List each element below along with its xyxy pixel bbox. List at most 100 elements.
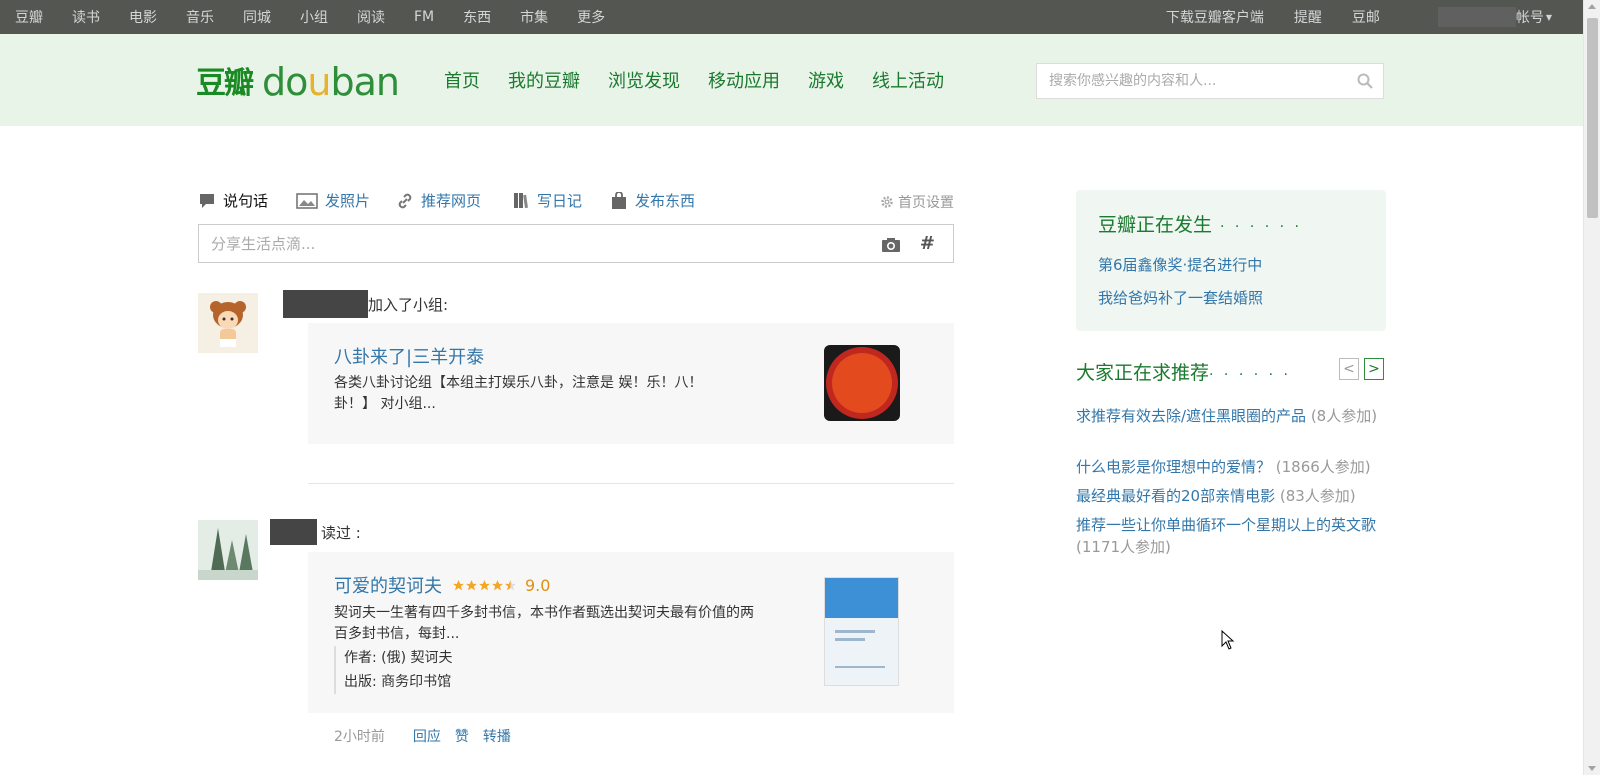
recommend-item[interactable]: 求推荐有效去除/遮住黑眼圈的产品 (8人参加): [1076, 405, 1388, 427]
recommend-item[interactable]: 推荐一些让你单曲循环一个星期以上的英文歌 (1171人参加): [1076, 514, 1388, 558]
group-title-link[interactable]: 八卦来了|三羊开泰: [334, 343, 484, 369]
page-scrollbar[interactable]: [1583, 0, 1600, 775]
recommend-item[interactable]: 什么电影是你理想中的爱情？ (1866人参加): [1076, 456, 1388, 478]
timestamp: 2小时前: [334, 729, 385, 745]
nav-games[interactable]: 游戏: [808, 67, 844, 93]
tab-say[interactable]: 说句话: [198, 190, 268, 211]
link-icon: [398, 193, 412, 208]
recommend-item-text: 求推荐有效去除/遮住黑眼圈的产品: [1076, 407, 1307, 425]
next-page-button[interactable]: >: [1364, 358, 1384, 380]
redacted-username: [270, 519, 317, 545]
nav-links: 首页 我的豆瓣 浏览发现 移动应用 游戏 线上活动: [444, 34, 972, 126]
site-nav: 豆瓣 douban 首页 我的豆瓣 浏览发现 移动应用 游戏 线上活动: [0, 34, 1600, 126]
recommend-item-count: (1866人参加): [1271, 458, 1371, 476]
happening-title-text: 豆瓣正在发生: [1098, 214, 1213, 236]
like-link[interactable]: 赞: [455, 726, 469, 746]
rating-stars: [452, 579, 517, 592]
nav-online-events[interactable]: 线上活动: [872, 67, 944, 93]
redacted-username: [1437, 7, 1516, 27]
book-cover-art: [825, 578, 898, 685]
reply-link[interactable]: 回应: [413, 726, 441, 746]
search-icon[interactable]: [1357, 73, 1373, 89]
logo-letter: u: [307, 60, 331, 104]
book-cover[interactable]: [824, 577, 899, 686]
logo-letter: n: [375, 60, 400, 104]
camera-icon[interactable]: [881, 237, 901, 253]
topbar-link-book[interactable]: 读书: [72, 7, 100, 27]
topbar-link-fm[interactable]: FM: [414, 9, 434, 25]
tab-say-label: 说句话: [223, 192, 269, 210]
recommend-item-text: 最经典最好看的20部亲情电影: [1076, 487, 1276, 505]
logo-letter: o: [285, 60, 308, 104]
recommend-item-count: (83人参加): [1275, 487, 1356, 505]
logo-en: douban: [262, 60, 400, 104]
avatar[interactable]: [198, 293, 258, 353]
recommend-item[interactable]: 最经典最好看的20部亲情电影 (83人参加): [1076, 485, 1388, 507]
tab-publish-item[interactable]: 发布东西: [610, 190, 695, 211]
topbar-link-music[interactable]: 音乐: [186, 7, 214, 27]
recommend-title: 大家正在求推荐· · · · · ·: [1076, 358, 1291, 385]
nav-mobile-apps[interactable]: 移动应用: [708, 67, 780, 93]
topbar-link-location[interactable]: 同城: [243, 7, 271, 27]
topbar-site-links: 豆瓣 读书 电影 音乐 同城 小组 阅读 FM 东西 市集 更多: [15, 0, 634, 34]
douban-logo[interactable]: 豆瓣 douban: [196, 56, 400, 106]
book-title-row: 可爱的契诃夫 9.0: [334, 572, 550, 598]
logo-cn: 豆瓣: [196, 66, 254, 101]
happening-item[interactable]: 第6届鑫像奖·提名进行中: [1098, 254, 1262, 275]
book-desc: 契诃夫一生著有四千多封书信，本书作者甄选出契诃夫最有价值的两百多封书信，每封..…: [334, 605, 754, 642]
share-input[interactable]: [199, 225, 849, 262]
nav-explore[interactable]: 浏览发现: [608, 67, 680, 93]
feed-divider: [308, 483, 954, 484]
tab-recommend-link[interactable]: 推荐网页: [396, 190, 481, 211]
tab-publish-item-label: 发布东西: [635, 192, 696, 210]
search-box: [1036, 63, 1384, 99]
scrollbar-thumb[interactable]: [1587, 18, 1598, 218]
hashtag-button[interactable]: #: [920, 233, 935, 254]
homepage-settings-label: 首页设置: [898, 195, 954, 211]
logo-letter: b: [330, 60, 354, 104]
avatar[interactable]: [198, 520, 258, 580]
nav-home[interactable]: 首页: [444, 67, 480, 93]
account-menu[interactable]: 帐号 ▼: [1408, 7, 1552, 27]
recommend-item-text: 什么电影是你理想中的爱情？: [1076, 458, 1272, 476]
share-box: #: [198, 224, 954, 263]
redacted-username: [283, 290, 368, 318]
nav-my-douban[interactable]: 我的豆瓣: [508, 67, 580, 93]
topbar-link-read[interactable]: 阅读: [357, 7, 385, 27]
bag-icon: [612, 191, 626, 209]
mouse-cursor-icon: [1221, 630, 1235, 650]
topbar-link-douban[interactable]: 豆瓣: [15, 7, 43, 27]
happening-title: 豆瓣正在发生 · · · · · ·: [1098, 210, 1302, 237]
tab-diary-label: 写日记: [537, 192, 583, 210]
topbar-mail[interactable]: 豆邮: [1352, 7, 1380, 27]
star-icon: [479, 579, 490, 590]
topbar-link-more[interactable]: 更多: [577, 7, 605, 27]
scroll-up-icon[interactable]: [1588, 4, 1596, 9]
happening-panel: 豆瓣正在发生 · · · · · · 第6届鑫像奖·提名进行中 我给爸妈补了一套结…: [1076, 190, 1386, 331]
happening-title-dots: · · · · · ·: [1220, 219, 1302, 235]
book-title-link[interactable]: 可爱的契诃夫: [334, 572, 442, 598]
topbar-notifications[interactable]: 提醒: [1294, 7, 1322, 27]
prev-page-button[interactable]: <: [1339, 358, 1359, 380]
topbar-link-market[interactable]: 市集: [520, 7, 548, 27]
group-thumbnail-art: [826, 347, 898, 419]
tab-photo-label: 发照片: [325, 192, 371, 210]
caret-down-icon: ▼: [1545, 12, 1552, 22]
book-publisher: 出版: 商务印书馆: [344, 674, 452, 690]
topbar-link-group[interactable]: 小组: [300, 7, 328, 27]
topbar-download-app[interactable]: 下载豆瓣客户端: [1166, 7, 1264, 27]
group-thumbnail[interactable]: [824, 345, 900, 421]
search-input[interactable]: [1037, 64, 1337, 98]
topbar-link-dongxi[interactable]: 东西: [463, 7, 491, 27]
homepage-settings[interactable]: 首页设置: [880, 192, 954, 212]
logo-letter: a: [353, 60, 377, 104]
speech-bubble-icon: [200, 193, 214, 208]
tab-photo[interactable]: 发照片: [296, 190, 370, 211]
happening-item[interactable]: 我给爸妈补了一套结婚照: [1098, 287, 1263, 308]
star-icon: [453, 579, 464, 590]
reshare-link[interactable]: 转播: [483, 726, 511, 746]
recommend-title-dots: · · · · · ·: [1209, 367, 1291, 383]
tab-diary[interactable]: 写日记: [512, 190, 582, 211]
scroll-down-icon[interactable]: [1588, 766, 1596, 771]
topbar-link-movie[interactable]: 电影: [129, 7, 157, 27]
